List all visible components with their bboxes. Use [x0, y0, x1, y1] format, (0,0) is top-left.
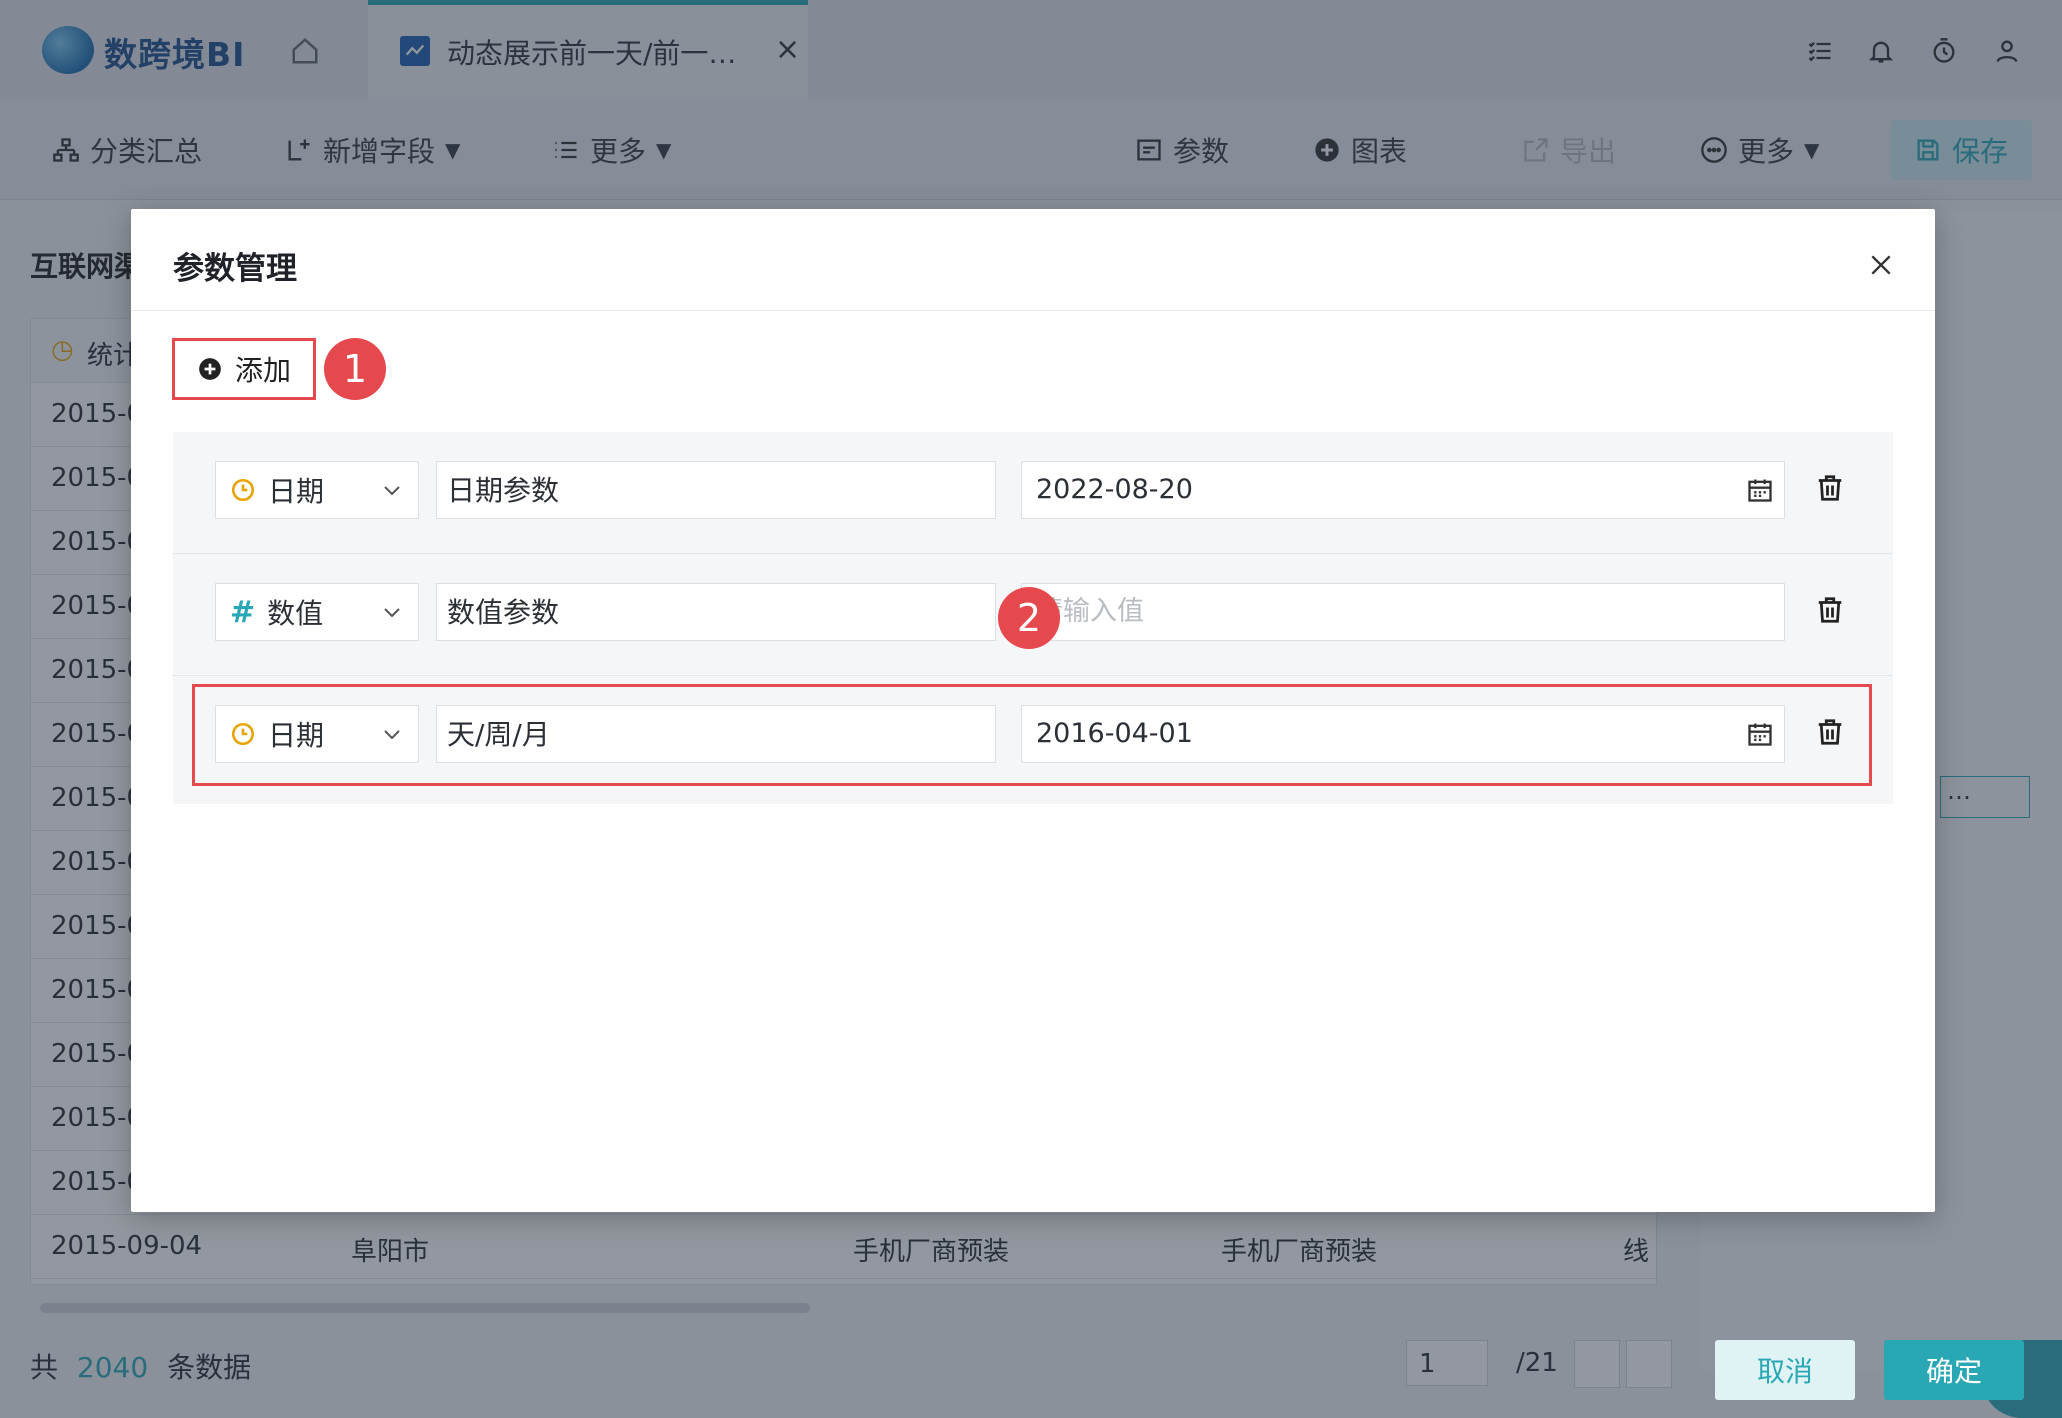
param-value: 2022-08-20 — [1036, 474, 1193, 505]
close-icon[interactable] — [1861, 245, 1901, 285]
chevron-down-icon — [384, 608, 400, 618]
dialog-divider — [131, 310, 1935, 311]
plus-circle-icon — [199, 358, 221, 380]
highlight-annotation — [192, 684, 1872, 786]
param-value-input[interactable]: 请输入值 — [1021, 583, 1785, 641]
param-type-select[interactable]: # 数值 — [215, 583, 419, 641]
param-type-label: 日期 — [268, 475, 325, 508]
step-badge-2: 2 — [998, 587, 1060, 649]
calendar-icon[interactable] — [1746, 476, 1774, 504]
add-param-button[interactable]: 添加 — [172, 338, 316, 400]
param-type-label: 数值 — [267, 597, 324, 630]
param-value-date-input[interactable]: 2022-08-20 — [1021, 461, 1785, 519]
step-badge-1: 1 — [324, 338, 386, 400]
trash-icon[interactable] — [1815, 472, 1845, 504]
confirm-button[interactable]: 确定 — [1884, 1340, 2024, 1400]
chevron-down-icon — [384, 486, 400, 496]
param-name-input[interactable]: 日期参数 — [436, 461, 996, 519]
trash-icon[interactable] — [1815, 594, 1845, 626]
clock-icon — [231, 478, 255, 502]
param-name-input[interactable]: 数值参数 — [436, 583, 996, 641]
dialog-title: 参数管理 — [173, 251, 297, 287]
param-row: 日期 日期参数 2022-08-20 — [173, 432, 1893, 554]
param-type-select[interactable]: 日期 — [215, 461, 419, 519]
add-param-label: 添加 — [234, 354, 291, 387]
cancel-button[interactable]: 取消 — [1715, 1340, 1855, 1400]
hash-icon: # — [230, 594, 256, 630]
